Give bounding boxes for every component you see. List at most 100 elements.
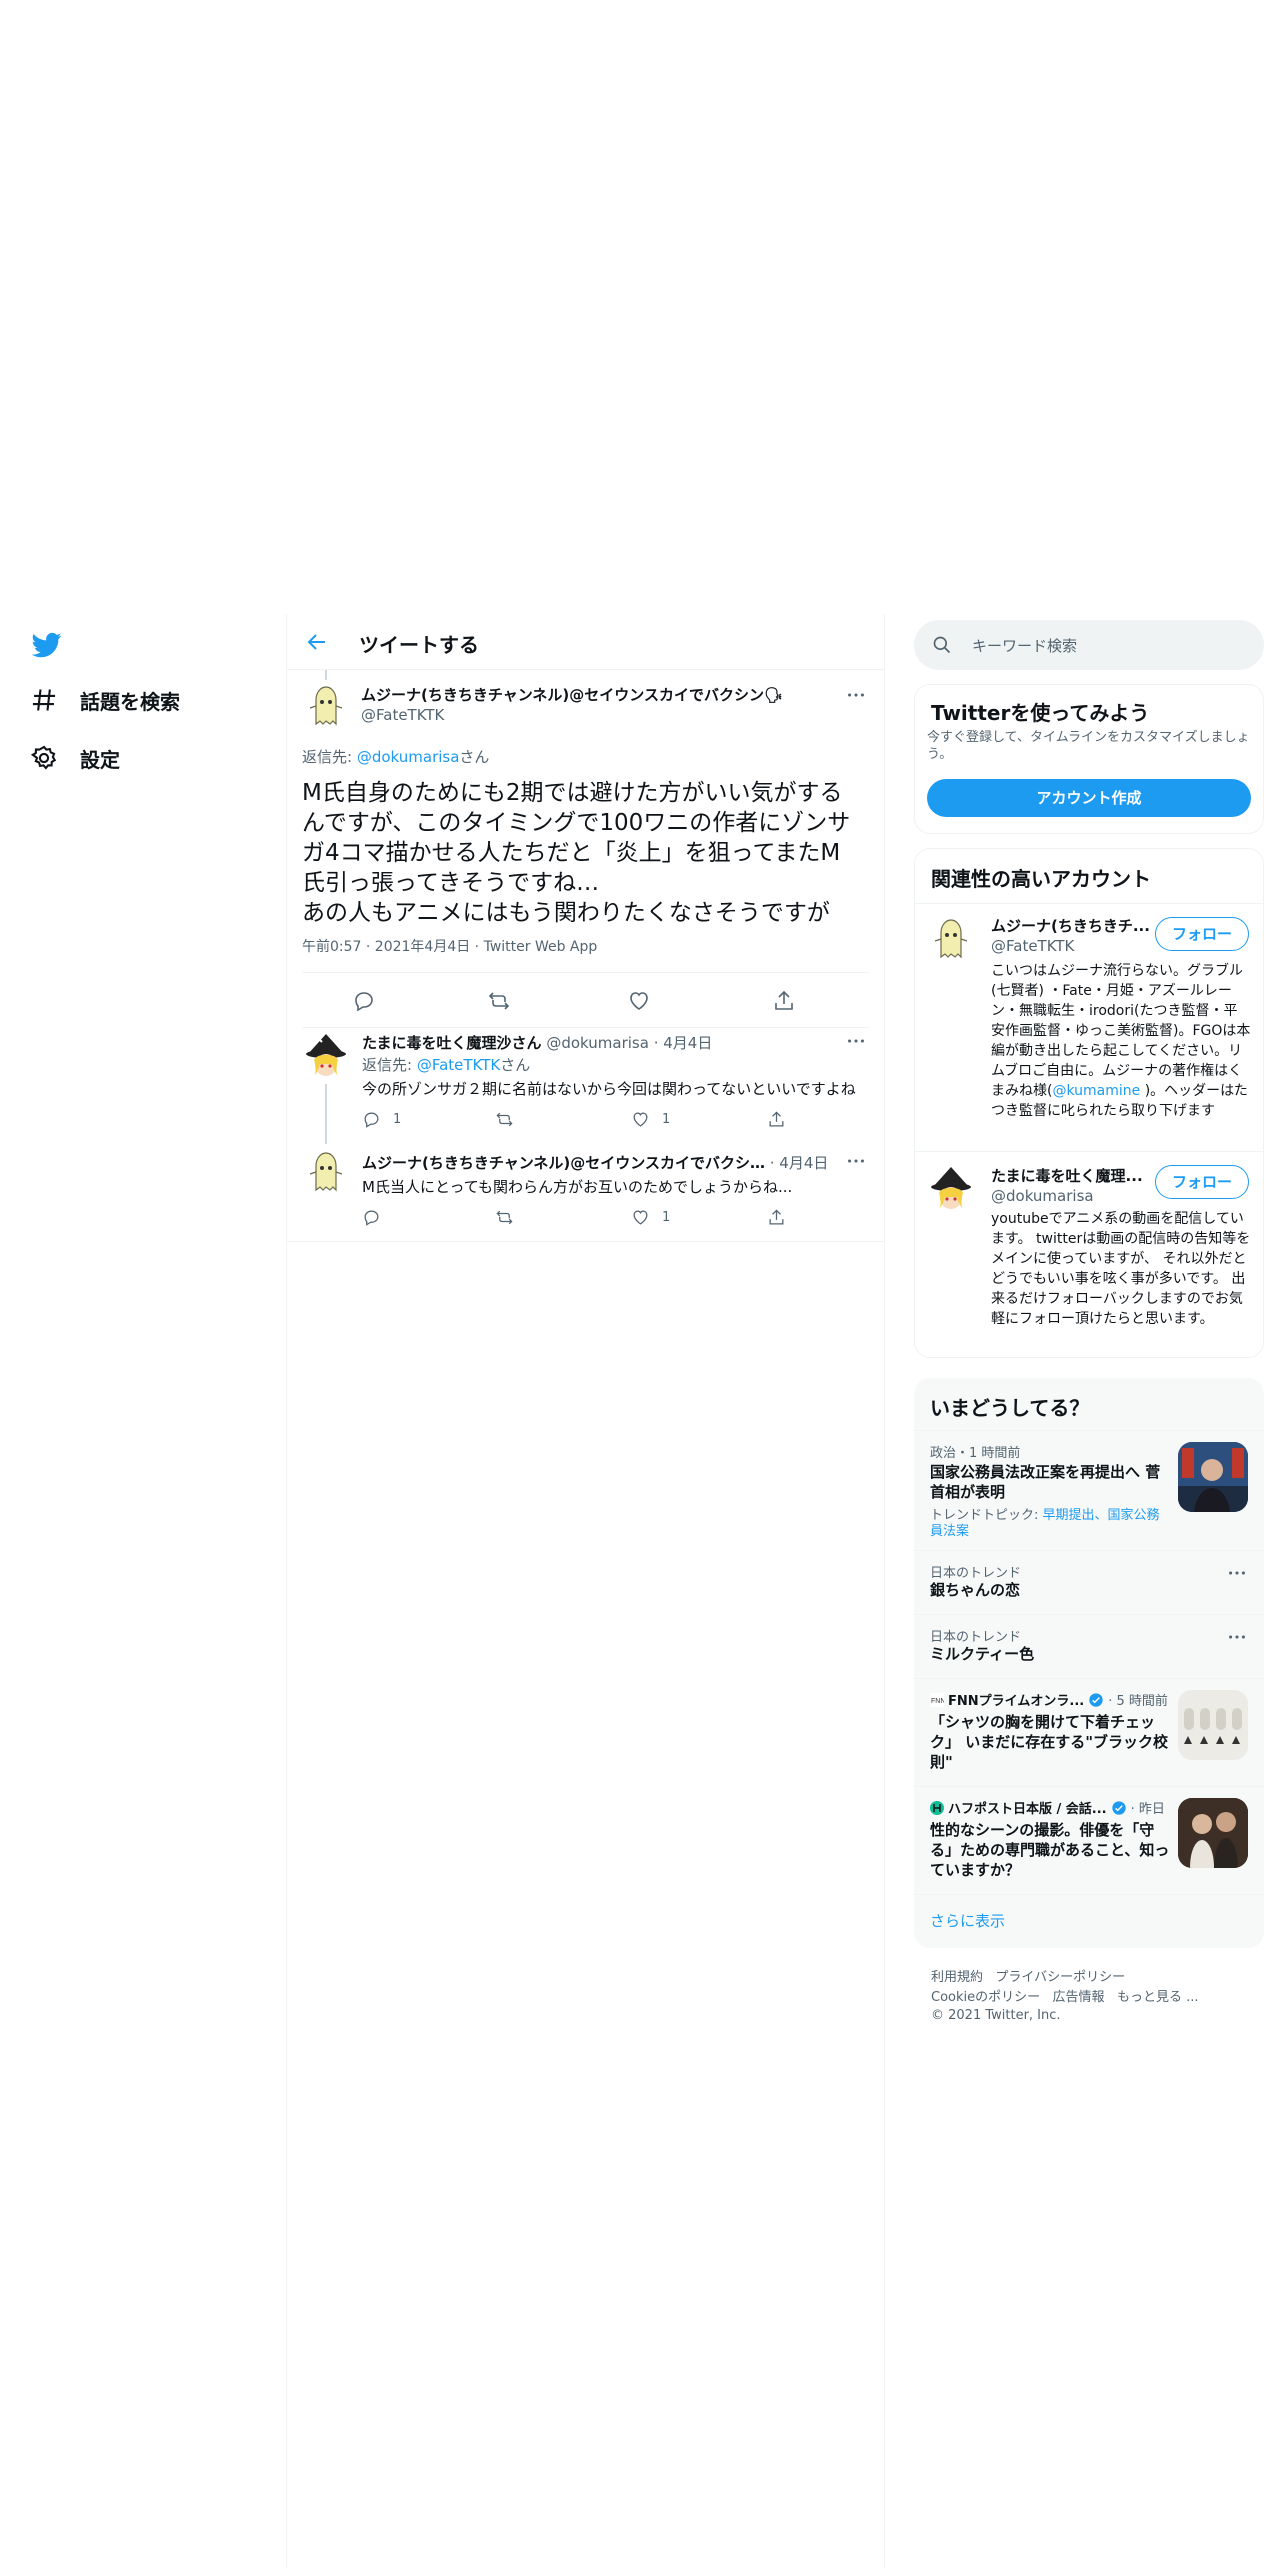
bio-text: こいつはムジーナ流行らない。グラブル(七賢者) ・Fate・月姫・アズールレーン… [991, 963, 1251, 1099]
avatar[interactable] [927, 915, 975, 963]
tweet-text: M氏自身のためにも2期では避けた方がいい気がするんですが、このタイミングで100… [302, 780, 851, 926]
display-name[interactable]: ムジーナ(ちきちきチャンネル)@セイウンスカイでバクシン🗣 [361, 684, 783, 705]
reply-count: 1 [393, 1112, 402, 1127]
account-handle[interactable]: @dokumarisa [991, 1187, 1094, 1205]
reply-icon [364, 1112, 379, 1128]
retweet-icon[interactable] [487, 989, 511, 1013]
like-action[interactable]: 1 [631, 1110, 670, 1129]
retweet-action[interactable] [495, 1208, 526, 1227]
footer-privacy-link[interactable]: プライバシーポリシー [995, 1970, 1125, 1985]
back-arrow-icon[interactable] [305, 630, 329, 654]
reply-action[interactable] [362, 1208, 393, 1227]
show-more-link[interactable]: さらに表示 [930, 1910, 1005, 1931]
avatar[interactable] [302, 1148, 350, 1196]
handle[interactable]: @FateTKTK [361, 706, 444, 724]
nav-settings-label: 設定 [80, 747, 120, 772]
footer-ads-link[interactable]: 広告情報 [1053, 1990, 1105, 2005]
follow-button[interactable]: フォロー [1155, 917, 1249, 951]
bio-link[interactable]: @kumamine [1052, 1083, 1140, 1099]
ghost-avatar-icon [309, 1152, 343, 1192]
nav-explore-label: 話題を検索 [80, 689, 180, 714]
trend-item[interactable]: FNN FNNプライムオンラ... · 5 時間前 「シャツの胸を開けて下着チェ… [914, 1678, 1264, 1786]
witch-avatar-icon [931, 1167, 971, 1209]
nav-explore[interactable]: 話題を検索 [30, 680, 180, 720]
news-photo-icon [1178, 1690, 1248, 1760]
like-action[interactable]: 1 [631, 1208, 670, 1227]
more-icon[interactable] [1226, 1562, 1248, 1584]
search-icon [933, 636, 951, 654]
reply-to-link[interactable]: @dokumarisa [357, 748, 460, 766]
footer-terms-link[interactable]: 利用規約 [931, 1970, 983, 1985]
display-name[interactable]: ムジーナ(ちきちきチャンネル)@セイウンスカイでバクシ… [362, 1154, 765, 1172]
signup-button[interactable]: アカウント作成 [927, 779, 1251, 817]
display-name[interactable]: たまに毒を吐く魔理沙さん [362, 1034, 542, 1052]
account-name[interactable]: ムジーナ(ちきちきチ... [991, 915, 1150, 936]
retweet-action[interactable] [495, 1110, 526, 1129]
reply-header: たまに毒を吐く魔理沙さん @dokumarisa · 4月4日 [362, 1032, 712, 1053]
share-action[interactable] [767, 1110, 798, 1129]
signup-title: Twitterを使ってみよう [931, 701, 1150, 725]
handle[interactable]: @dokumarisa [546, 1034, 649, 1052]
trend-item[interactable]: 日本のトレンド 銀ちゃんの恋 [914, 1550, 1264, 1614]
reply-tweet[interactable]: たまに毒を吐く魔理沙さん @dokumarisa · 4月4日 返信先: @Fa… [287, 1020, 884, 1144]
avatar[interactable] [302, 1032, 350, 1080]
search-box[interactable]: キーワード検索 [914, 620, 1264, 670]
trend-image [1178, 1690, 1248, 1760]
follow-button[interactable]: フォロー [1155, 1165, 1249, 1199]
footer-more-link[interactable]: もっと見る ... [1117, 1990, 1199, 2005]
tweet-date[interactable]: · 4月4日 [770, 1154, 829, 1172]
share-icon [769, 1209, 784, 1225]
share-icon [769, 1111, 784, 1127]
trend-item[interactable]: ハフポスト日本版 / 会話... · 昨日 性的なシーンの撮影。俳優を「守る」た… [914, 1786, 1264, 1894]
retweet-icon [496, 1112, 513, 1127]
news-photo-icon [1178, 1442, 1248, 1512]
twitter-logo-icon[interactable] [30, 630, 64, 660]
bio-text: youtubeでアニメ系の動画を配信しています。 twitterは動画の配信時の… [991, 1211, 1251, 1327]
search-placeholder: キーワード検索 [972, 637, 1078, 655]
hashtag-icon [32, 689, 56, 711]
share-icon[interactable] [772, 989, 796, 1013]
trend-item[interactable]: 政治・1 時間前 国家公務員法改正案を再提出へ 菅首相が表明 トレンドトピック:… [914, 1430, 1264, 1550]
reply-suffix: さん [500, 1056, 531, 1074]
like-count: 1 [662, 1112, 671, 1127]
trend-title: 「シャツの胸を開けて下着チェック」 いまだに存在する"ブラック校則" [930, 1713, 1169, 1771]
trend-meta: 日本のトレンド [930, 1566, 1022, 1581]
trend-title: 国家公務員法改正案を再提出へ 菅首相が表明 [930, 1463, 1161, 1501]
verified-badge-icon [1111, 1800, 1126, 1815]
tweet-meta[interactable]: 午前0:57 · 2021年4月4日 · Twitter Web App [302, 936, 597, 956]
thread-line [325, 670, 327, 680]
svg-text:FNN: FNN [931, 1698, 944, 1705]
related-title: 関連性の高いアカウント [931, 867, 1151, 891]
reply-icon[interactable] [352, 989, 376, 1013]
ghost-avatar-icon [309, 686, 343, 726]
reply-to-line: 返信先: @dokumarisaさん [302, 746, 489, 767]
reply-to-link[interactable]: @FateTKTK [417, 1056, 500, 1074]
avatar[interactable] [302, 682, 350, 730]
trend-image [1178, 1798, 1248, 1868]
more-icon[interactable] [845, 1030, 867, 1052]
reply-tweet[interactable]: ムジーナ(ちきちきチャンネル)@セイウンスカイでバクシ… · 4月4日 M氏当人… [287, 1138, 884, 1242]
more-icon[interactable] [1226, 1626, 1248, 1648]
trend-title: 銀ちゃんの恋 [930, 1581, 1021, 1599]
gear-icon [30, 745, 57, 770]
reply-action[interactable]: 1 [362, 1110, 401, 1129]
more-icon[interactable] [845, 1150, 867, 1172]
trend-image [1178, 1442, 1248, 1512]
verified-badge-icon [1089, 1692, 1103, 1707]
more-icon[interactable] [845, 684, 867, 706]
nav-settings[interactable]: 設定 [30, 738, 120, 778]
share-action[interactable] [767, 1208, 798, 1227]
related-accounts-card: 関連性の高いアカウント ムジーナ(ちきちきチ... @FateTKTK フォロー… [914, 848, 1264, 1358]
account-handle[interactable]: @FateTKTK [991, 937, 1074, 955]
like-icon[interactable] [627, 989, 651, 1013]
witch-avatar-icon [306, 1034, 346, 1076]
account-name[interactable]: たまに毒を吐く魔理... [991, 1165, 1143, 1186]
tweet-text: M氏当人にとっても関わらん方がお互いのためでしょうからね... [362, 1178, 793, 1196]
avatar[interactable] [927, 1165, 975, 1213]
signup-description: 今すぐ登録して、タイムラインをカスタマイズしましょう。 [927, 730, 1250, 762]
footer-cookie-link[interactable]: Cookieのポリシー [931, 1990, 1040, 2005]
news-photo-icon [1178, 1798, 1248, 1868]
trend-item[interactable]: 日本のトレンド ミルクティー色 [914, 1614, 1264, 1678]
reply-prefix: 返信先: [362, 1056, 417, 1074]
tweet-date[interactable]: · 4月4日 [654, 1034, 713, 1052]
